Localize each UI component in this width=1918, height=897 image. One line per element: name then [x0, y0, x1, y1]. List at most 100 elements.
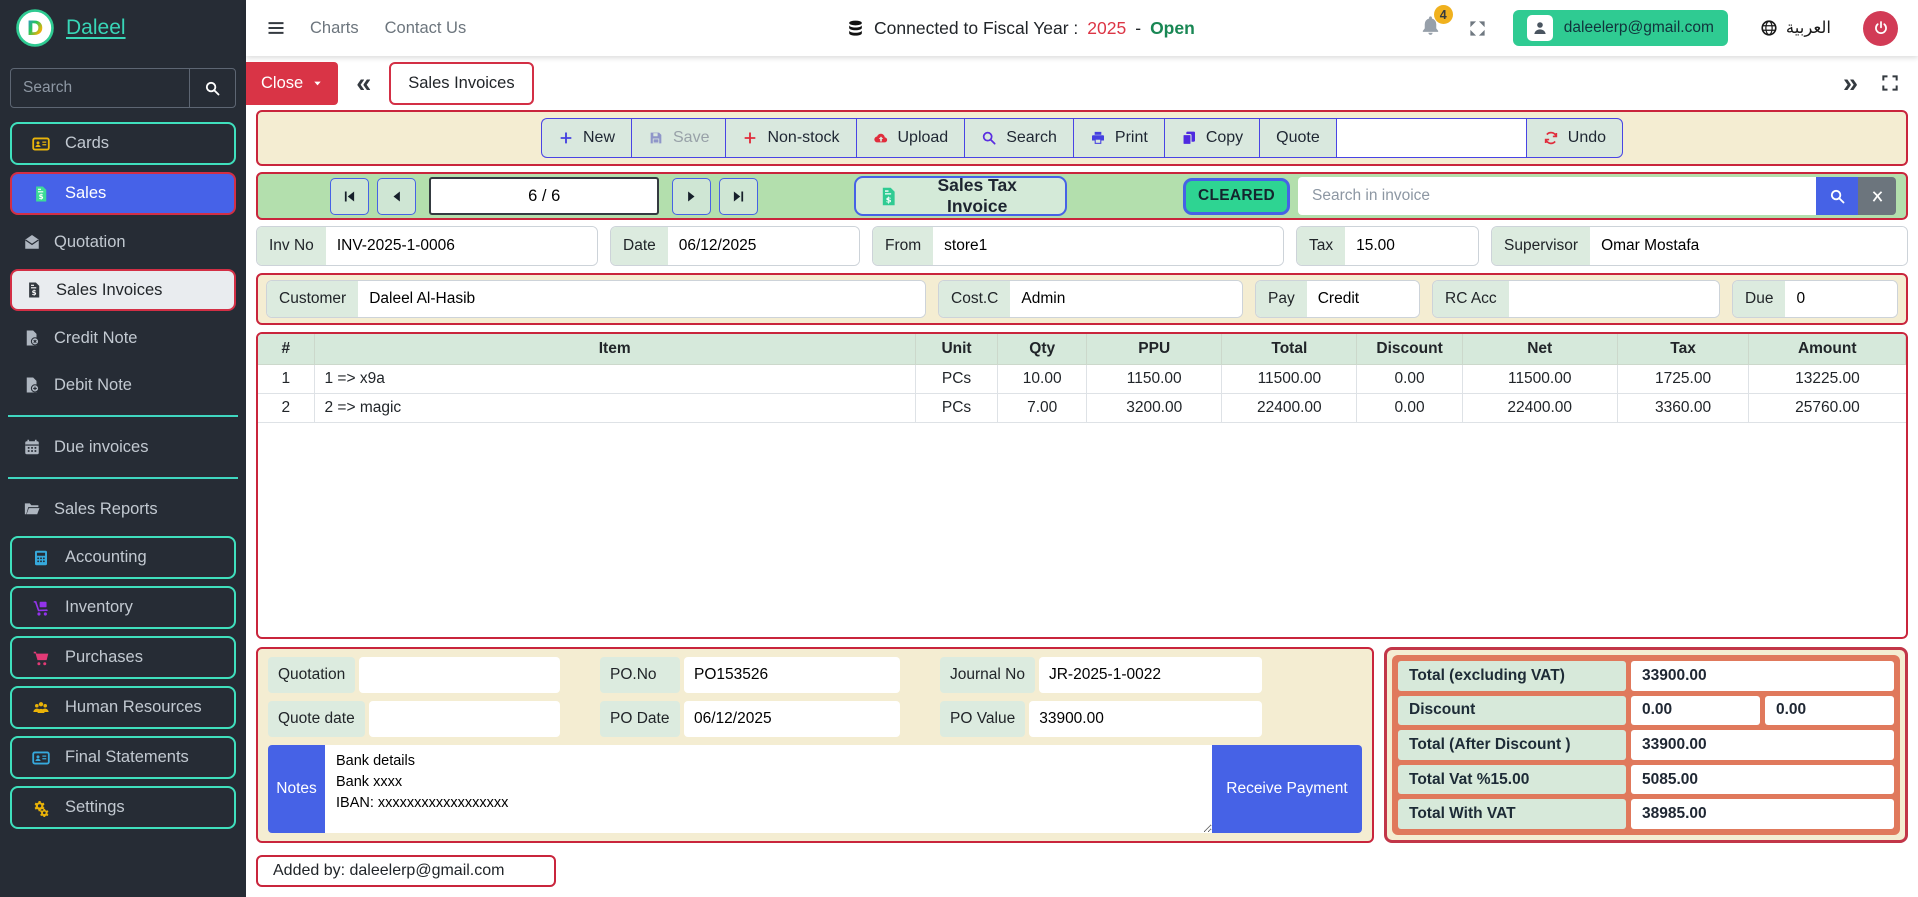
item-cell[interactable]: 3200.00 [1086, 393, 1223, 423]
fullscreen-icon[interactable] [1880, 73, 1900, 93]
item-cell[interactable]: 13225.00 [1748, 364, 1906, 394]
receive-payment-button[interactable]: Receive Payment [1212, 745, 1362, 833]
field-input[interactable] [1508, 281, 1719, 317]
close-button[interactable]: Close [246, 61, 339, 105]
field-input[interactable] [325, 227, 597, 265]
field-input[interactable] [1345, 227, 1478, 265]
field-input[interactable] [358, 281, 925, 317]
nav-link[interactable]: Charts [310, 19, 359, 38]
item-cell[interactable]: 11500.00 [1221, 364, 1358, 394]
invoice-search-button[interactable] [1816, 177, 1858, 215]
item-cell[interactable]: 1 [258, 364, 315, 394]
field-input[interactable] [684, 657, 900, 693]
record-position[interactable] [429, 177, 660, 215]
hamburger-icon[interactable] [266, 18, 286, 38]
sidebar-item[interactable]: Credit Note [10, 318, 236, 358]
status-badge[interactable]: CLEARED [1182, 177, 1290, 215]
field-input[interactable] [1306, 281, 1419, 317]
sidebar-item[interactable]: $ Sales [10, 172, 236, 215]
sidebar-search [10, 68, 236, 108]
item-cell[interactable]: 2 [258, 393, 315, 423]
item-cell[interactable]: 11500.00 [1461, 364, 1618, 394]
sidebar-item[interactable]: Purchases [10, 636, 236, 679]
nav-link[interactable]: Contact Us [385, 19, 467, 38]
account-button[interactable]: daleelerp@gmail.com [1512, 10, 1728, 46]
field-input[interactable] [1590, 227, 1907, 265]
brand[interactable]: D Daleel [0, 0, 246, 56]
undo-button[interactable]: Undo [1525, 118, 1624, 158]
notifications-button[interactable]: 4 [1419, 5, 1453, 42]
clear-search-button[interactable] [1858, 177, 1896, 215]
field-input[interactable] [359, 657, 560, 693]
expand-arrows-icon[interactable] [1468, 19, 1487, 38]
item-cell[interactable]: 1 => x9a [313, 364, 916, 394]
item-cell[interactable]: PCs [914, 364, 999, 394]
sidebar-search-button[interactable] [189, 69, 235, 107]
next-record-button[interactable] [672, 177, 712, 215]
sidebar-item[interactable]: Debit Note [10, 365, 236, 405]
tab-sales-invoices[interactable]: Sales Invoices [389, 61, 534, 105]
toolbar-button[interactable]: Print [1072, 118, 1164, 158]
field-input[interactable] [1038, 657, 1262, 693]
sidebar-item[interactable]: Final Statements [10, 736, 236, 779]
notes-textarea[interactable]: Bank details Bank xxxx IBAN: xxxxxxxxxxx… [325, 745, 1212, 833]
toolbar-button[interactable]: New [540, 118, 631, 158]
step-next-icon [684, 189, 699, 204]
sidebar-item[interactable]: Cards [10, 122, 236, 165]
invoice-search-input[interactable] [1298, 177, 1816, 215]
item-cell[interactable]: 3360.00 [1616, 393, 1750, 423]
field-input[interactable] [933, 227, 1283, 265]
toolbar-button[interactable]: Copy [1163, 118, 1260, 158]
sidebar-group: Cards $ Sales Quotation $ Sales Invoices… [8, 122, 238, 412]
logout-button[interactable] [1863, 10, 1898, 46]
first-record-button[interactable] [330, 177, 370, 215]
field-group: Due [1732, 280, 1898, 318]
sidebar-item[interactable]: Human Resources [10, 686, 236, 729]
item-cell[interactable]: 1150.00 [1086, 364, 1223, 394]
sidebar-item[interactable]: $ Sales Invoices [10, 269, 236, 311]
column-header: Total [1221, 334, 1358, 365]
previous-record-button[interactable] [377, 177, 417, 215]
chevrons-right-icon[interactable]: » [1843, 69, 1858, 97]
field-input[interactable] [1029, 701, 1262, 737]
sidebar-item[interactable]: Quotation [10, 222, 236, 262]
invoice-icon: $ [878, 186, 899, 207]
item-cell[interactable]: 0.00 [1356, 364, 1463, 394]
field-input[interactable] [667, 227, 859, 265]
item-cell[interactable]: PCs [914, 393, 999, 423]
item-cell[interactable]: 25760.00 [1748, 393, 1906, 423]
item-row[interactable]: 11 => x9a PCs 10.00 1150.00 11500.00 0.00 1150… [258, 364, 1906, 394]
column-header: Item [313, 334, 916, 365]
invoice-type-button[interactable]: $ Sales Tax Invoice [854, 175, 1067, 216]
item-cell[interactable]: 22400.00 [1461, 393, 1618, 423]
toolbar-button[interactable]: Non-stock [725, 118, 856, 158]
field-input[interactable] [1785, 281, 1897, 317]
item-cell[interactable]: 10.00 [997, 364, 1088, 394]
item-cell[interactable]: 22400.00 [1221, 393, 1358, 423]
sidebar-item[interactable]: Sales Reports [10, 489, 236, 529]
item-row[interactable]: 22 => magic PCs 7.00 3200.00 22400.00 0.00 224… [258, 393, 1906, 423]
sidebar-item[interactable]: Inventory [10, 586, 236, 629]
item-cell[interactable]: 0.00 [1356, 393, 1463, 423]
toolbar-button[interactable]: Save [631, 118, 726, 158]
toolbar-input[interactable] [1335, 118, 1526, 158]
field-input[interactable] [368, 701, 560, 737]
field-label: PO.No [600, 657, 680, 693]
sidebar-item[interactable]: Due invoices [10, 427, 236, 467]
sidebar-item[interactable]: Settings [10, 786, 236, 829]
brand-name[interactable]: Daleel [66, 16, 126, 40]
item-cell[interactable]: 1725.00 [1616, 364, 1750, 394]
sidebar-search-input[interactable] [11, 69, 189, 107]
language-button[interactable]: العربية [1754, 17, 1837, 39]
toolbar-button[interactable]: Search [964, 118, 1073, 158]
field-input[interactable] [684, 701, 900, 737]
toolbar-button[interactable]: Upload [855, 118, 965, 158]
last-record-button[interactable] [719, 177, 759, 215]
toolbar-button[interactable]: Quote [1259, 118, 1336, 158]
chevrons-left-icon[interactable]: « [356, 69, 371, 97]
item-cell[interactable]: 2 => magic [313, 393, 916, 423]
field-input[interactable] [1010, 281, 1242, 317]
column-header: Net [1461, 334, 1618, 365]
item-cell[interactable]: 7.00 [997, 393, 1088, 423]
sidebar-item[interactable]: Accounting [10, 536, 236, 579]
